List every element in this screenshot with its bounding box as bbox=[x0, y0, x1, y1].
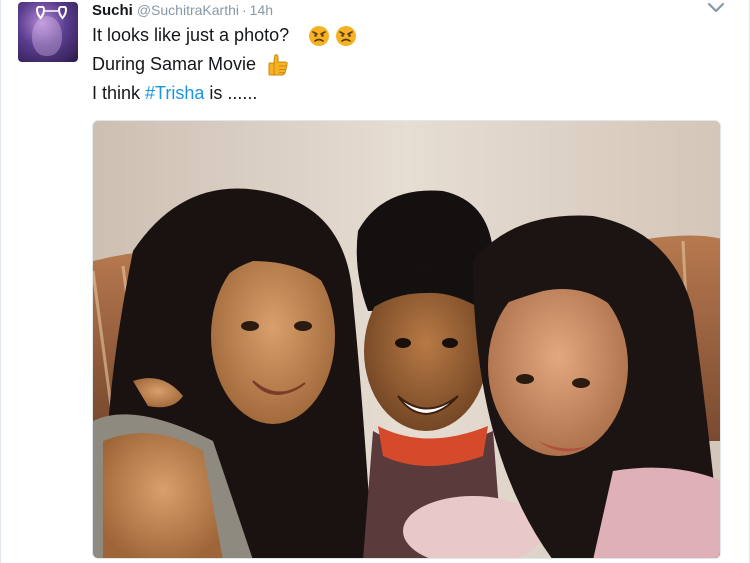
tweet-text-line-3: I think #Trisha is ...... bbox=[92, 80, 257, 106]
chevron-down-icon[interactable] bbox=[707, 1, 725, 15]
author-name[interactable]: Suchi bbox=[92, 2, 133, 19]
tweet-timestamp[interactable]: 14h bbox=[250, 2, 273, 18]
hashtag-link[interactable]: #Trisha bbox=[145, 83, 204, 103]
tweet-line-3-prefix: I think bbox=[92, 83, 146, 103]
thumbs-up-icon bbox=[268, 54, 288, 76]
tweet-text-line-2: During Samar Movie bbox=[92, 51, 289, 77]
tweet-text-line-1: It looks like just a photo? bbox=[92, 22, 357, 48]
heart-glasses-icon bbox=[35, 6, 68, 20]
tweet-header: Suchi @SuchitraKarthi · 14h bbox=[92, 0, 273, 20]
tweet-line-3-suffix: is ...... bbox=[204, 83, 258, 103]
separator-dot: · bbox=[242, 2, 247, 18]
tweet-line-1-text: It looks like just a photo? bbox=[92, 25, 290, 45]
avatar[interactable] bbox=[18, 2, 78, 62]
author-handle[interactable]: @SuchitraKarthi bbox=[137, 2, 239, 18]
tweet-card: Suchi @SuchitraKarthi · 14h It looks like j… bbox=[0, 0, 750, 563]
photo-image bbox=[93, 121, 720, 558]
tweet-line-2-text: During Samar Movie bbox=[92, 54, 257, 74]
angry-face-icon bbox=[309, 26, 330, 47]
angry-face-icon bbox=[336, 26, 357, 47]
avatar-face bbox=[32, 16, 62, 56]
tweet-photo[interactable] bbox=[92, 120, 721, 559]
